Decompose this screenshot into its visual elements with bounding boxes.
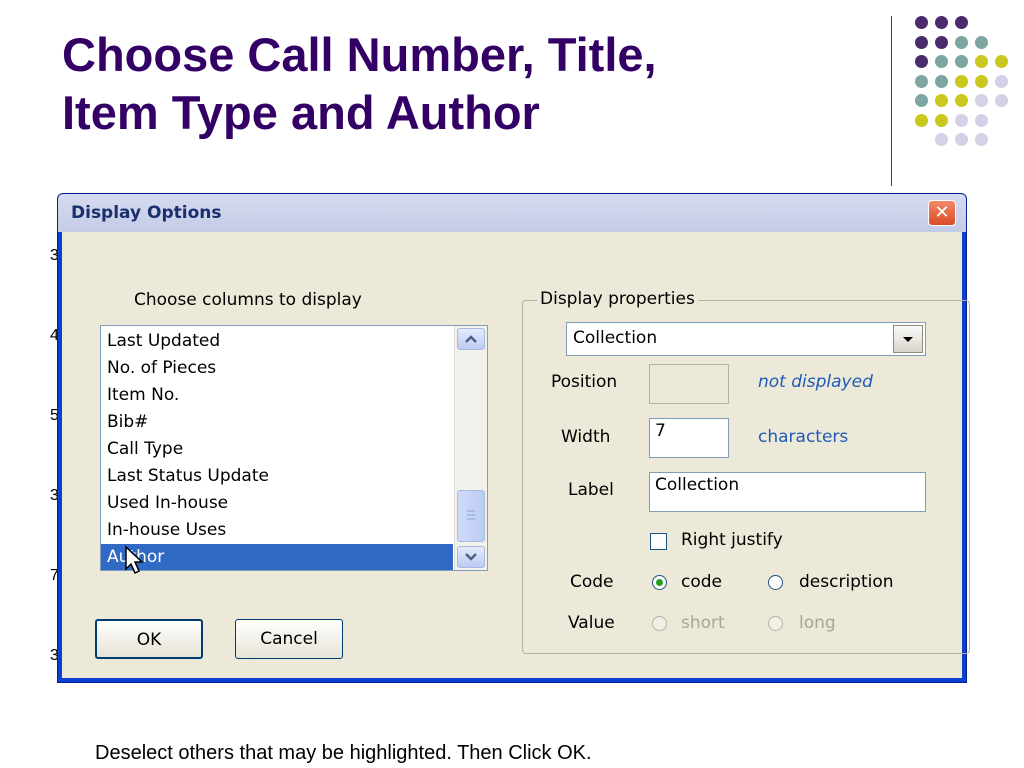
decorative-dot bbox=[935, 74, 948, 88]
position-hint: not displayed bbox=[758, 372, 873, 392]
position-field bbox=[649, 364, 729, 404]
decorative-dot bbox=[955, 133, 968, 146]
decorative-dot bbox=[915, 94, 928, 107]
decorative-dot bbox=[995, 74, 1008, 88]
footer-instruction: Deselect others that may be highlighted.… bbox=[95, 742, 592, 764]
decorative-dot bbox=[915, 74, 928, 88]
display-options-dialog: Display Options ✕ Choose columns to disp… bbox=[57, 193, 970, 683]
width-unit: characters bbox=[758, 427, 849, 447]
decorative-dot bbox=[995, 94, 1008, 107]
value-radio-long bbox=[768, 616, 783, 631]
value-label: Value bbox=[568, 613, 615, 633]
decorative-dot bbox=[935, 55, 948, 68]
column-list-item[interactable]: Used In-house bbox=[101, 490, 453, 517]
decorative-dot bbox=[935, 94, 948, 107]
scroll-thumb[interactable] bbox=[457, 490, 485, 542]
grip-icon bbox=[467, 510, 475, 520]
decorative-dot bbox=[975, 74, 988, 88]
column-list-item[interactable]: Last Status Update bbox=[101, 463, 453, 490]
code-option-description[interactable]: description bbox=[799, 572, 894, 592]
slide-title-line-1: Choose Call Number, Title, bbox=[62, 28, 657, 81]
value-radio-short bbox=[652, 616, 667, 631]
decorative-dot bbox=[975, 133, 988, 146]
width-label: Width bbox=[561, 427, 611, 447]
column-list-item[interactable]: Author bbox=[101, 544, 453, 570]
decorative-dot bbox=[935, 133, 948, 146]
width-field[interactable]: 7 bbox=[649, 418, 729, 458]
decorative-dot bbox=[915, 16, 928, 29]
display-properties-legend: Display properties bbox=[537, 289, 698, 309]
value-option-short: short bbox=[681, 613, 725, 633]
label-field[interactable]: Collection bbox=[649, 472, 926, 512]
scroll-down-button[interactable] bbox=[457, 546, 485, 568]
dropdown-arrow-icon bbox=[903, 337, 913, 342]
label-label: Label bbox=[568, 480, 614, 500]
selected-column-value: Collection bbox=[573, 328, 658, 348]
close-button[interactable]: ✕ bbox=[928, 200, 956, 226]
value-option-long: long bbox=[799, 613, 836, 633]
right-justify-checkbox[interactable] bbox=[650, 533, 667, 550]
code-radio-code[interactable] bbox=[652, 575, 667, 590]
scroll-up-button[interactable] bbox=[457, 328, 485, 350]
column-list-item[interactable]: Last Updated bbox=[101, 328, 453, 355]
decorative-dot bbox=[915, 113, 928, 127]
column-list-item[interactable]: Item No. bbox=[101, 382, 453, 409]
decorative-dot bbox=[955, 74, 968, 88]
decorative-dot bbox=[955, 35, 968, 49]
decorative-dot bbox=[995, 55, 1008, 68]
columns-heading: Choose columns to display bbox=[134, 290, 362, 310]
mouse-pointer-icon bbox=[125, 545, 144, 575]
dialog-title: Display Options bbox=[71, 203, 222, 223]
code-radio-description[interactable] bbox=[768, 575, 783, 590]
right-justify-label[interactable]: Right justify bbox=[681, 530, 783, 550]
close-x-icon: ✕ bbox=[934, 202, 950, 223]
code-option-code[interactable]: code bbox=[681, 572, 722, 592]
decorative-dot bbox=[915, 55, 928, 68]
decorative-dot bbox=[955, 16, 968, 29]
cancel-button[interactable]: Cancel bbox=[235, 619, 343, 659]
chevron-down-icon bbox=[465, 553, 477, 561]
decorative-divider bbox=[891, 16, 892, 186]
dialog-body: Choose columns to display Last Updated No… bbox=[62, 232, 970, 678]
chevron-up-icon bbox=[465, 335, 477, 343]
decorative-dot bbox=[975, 94, 988, 107]
decorative-dot bbox=[935, 16, 948, 29]
column-property-select[interactable]: Collection bbox=[566, 322, 926, 356]
listbox-scrollbar[interactable] bbox=[454, 326, 487, 570]
columns-listbox[interactable]: Last Updated No. of Pieces Item No. Bib# Cal… bbox=[100, 325, 488, 571]
decorative-dot bbox=[935, 113, 948, 127]
slide-title: Choose Call Number, Title, Item Type and… bbox=[62, 26, 822, 142]
code-label: Code bbox=[570, 572, 614, 592]
ok-button[interactable]: OK bbox=[95, 619, 203, 659]
column-list-item[interactable]: Bib# bbox=[101, 409, 453, 436]
decorative-dot bbox=[935, 35, 948, 49]
column-list-item[interactable]: In-house Uses bbox=[101, 517, 453, 544]
column-list-item[interactable]: No. of Pieces bbox=[101, 355, 453, 382]
decorative-dot bbox=[955, 94, 968, 107]
decorative-dot bbox=[975, 35, 988, 49]
dialog-titlebar[interactable]: Display Options ✕ bbox=[58, 194, 966, 232]
decorative-dot bbox=[915, 35, 928, 49]
decorative-dot bbox=[975, 55, 988, 68]
dropdown-button[interactable] bbox=[893, 325, 923, 353]
decorative-dot bbox=[955, 113, 968, 127]
decorative-dot bbox=[955, 55, 968, 68]
column-list-item[interactable]: Call Type bbox=[101, 436, 453, 463]
slide-title-line-2: Item Type and Author bbox=[62, 86, 540, 139]
decorative-dot bbox=[975, 113, 988, 127]
position-label: Position bbox=[551, 372, 618, 392]
